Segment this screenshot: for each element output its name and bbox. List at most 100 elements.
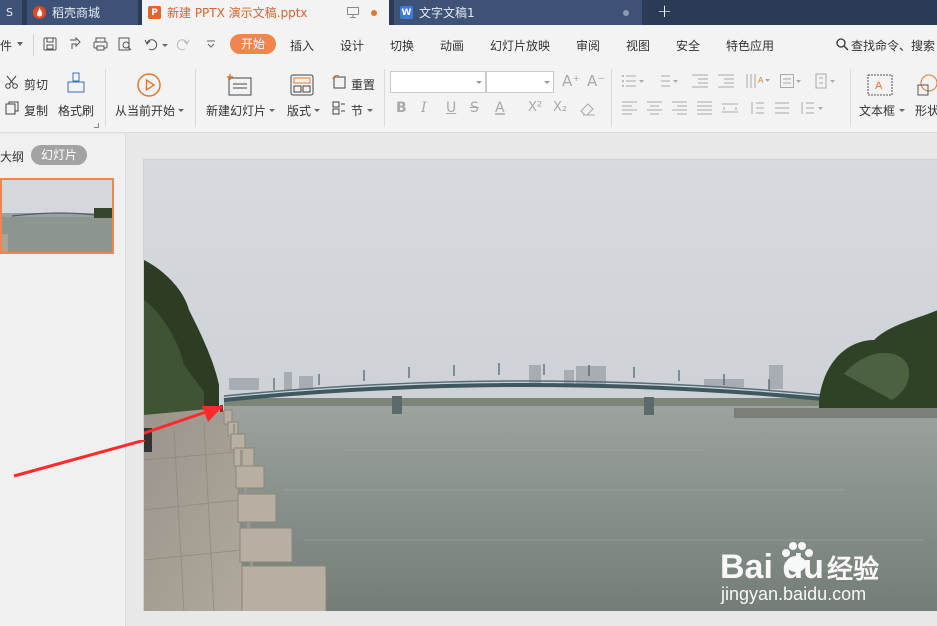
new-slide-dropdown-icon[interactable]: [269, 109, 275, 112]
align-left-icon[interactable]: [622, 101, 637, 118]
slides-tab[interactable]: 幻灯片: [31, 145, 87, 165]
paragraph-options-icon[interactable]: [800, 101, 824, 118]
tab-word-doc[interactable]: W 文字文稿1: [394, 0, 642, 25]
font-name-select[interactable]: [390, 71, 486, 93]
slide-editing-area[interactable]: Bai du 经验 jingyan.baidu.com: [127, 134, 937, 626]
scissors-icon[interactable]: [5, 75, 20, 92]
tab-pptx-active[interactable]: P 新建 PPTX 演示文稿.pptx: [142, 0, 389, 25]
underline-icon[interactable]: U: [446, 100, 456, 116]
distribute-icon[interactable]: [722, 101, 738, 118]
justify-icon[interactable]: [697, 101, 712, 118]
undo-icon[interactable]: [144, 37, 158, 51]
new-slide-button[interactable]: 新建幻灯片: [206, 102, 266, 119]
file-dropdown-icon[interactable]: [17, 42, 23, 46]
line-spacing-icon[interactable]: [750, 101, 764, 118]
slide-1-canvas[interactable]: Bai du 经验 jingyan.baidu.com: [143, 159, 937, 611]
grow-font-icon[interactable]: A⁺: [562, 72, 580, 90]
superscript-icon[interactable]: X²: [528, 100, 542, 115]
textbox-dropdown-icon[interactable]: [899, 109, 905, 112]
redo-icon[interactable]: [176, 37, 190, 51]
increase-indent-icon[interactable]: [718, 74, 734, 91]
format-painter-button[interactable]: 格式刷: [58, 102, 94, 119]
outline-tab[interactable]: 大纲: [0, 148, 24, 165]
shapes-icon[interactable]: [917, 74, 937, 99]
align-right-icon[interactable]: [672, 101, 687, 118]
shapes-button[interactable]: 形状: [915, 102, 937, 119]
shrink-font-icon[interactable]: A⁻: [587, 72, 605, 90]
tab-bar: S 稻壳商城 P 新建 PPTX 演示文稿.pptx W 文字文稿1 +: [0, 0, 937, 25]
slide-thumbnail-1[interactable]: [0, 178, 114, 254]
tab-daoke-store[interactable]: 稻壳商城: [27, 0, 138, 25]
italic-icon[interactable]: I: [421, 100, 427, 116]
paragraph-spacing-icon[interactable]: [775, 101, 789, 118]
tab-partial[interactable]: S: [0, 0, 22, 25]
menu-view[interactable]: 视图: [626, 37, 650, 54]
section-button[interactable]: 节: [351, 102, 363, 119]
subscript-icon[interactable]: X₂: [553, 100, 567, 115]
river-bridge-photo[interactable]: Bai du 经验 jingyan.baidu.com: [144, 160, 937, 611]
textbox-button[interactable]: 文本框: [859, 102, 895, 119]
menu-animation[interactable]: 动画: [440, 37, 464, 54]
format-painter-icon[interactable]: [66, 72, 86, 97]
monitor-icon[interactable]: [347, 7, 359, 21]
tab-daoke-label: 稻壳商城: [52, 6, 101, 20]
menu-security[interactable]: 安全: [676, 37, 700, 54]
font-size-dropdown-icon[interactable]: [544, 81, 550, 84]
clear-format-icon[interactable]: [580, 102, 596, 119]
clipboard-launcher-icon[interactable]: [94, 123, 99, 128]
copy-button[interactable]: 复制: [24, 102, 48, 119]
search-icon[interactable]: [836, 38, 849, 54]
print-icon[interactable]: [93, 37, 108, 51]
svg-text:A: A: [758, 76, 764, 85]
menu-insert[interactable]: 插入: [290, 37, 314, 54]
add-tab-icon[interactable]: +: [657, 2, 672, 22]
font-size-select[interactable]: [486, 71, 554, 93]
ppt-file-icon: P: [148, 6, 161, 19]
menu-transition[interactable]: 切换: [390, 37, 414, 54]
menu-design[interactable]: 设计: [340, 37, 364, 54]
search-command-input[interactable]: 查找命令、搜索: [851, 37, 935, 54]
text-direction-icon[interactable]: A: [745, 73, 771, 92]
save-icon[interactable]: [43, 37, 57, 51]
play-from-current-button[interactable]: 从当前开始: [115, 102, 175, 119]
file-menu[interactable]: 件: [0, 37, 12, 54]
tab-partial-label: S: [6, 6, 13, 19]
new-slide-icon[interactable]: [226, 73, 252, 100]
font-dropdown-icon[interactable]: [476, 81, 482, 84]
strikethrough-icon[interactable]: S: [470, 100, 479, 116]
red-arrow-tail: [13, 440, 145, 478]
bullet-list-icon[interactable]: [622, 74, 644, 91]
watermark-cn: 经验: [827, 554, 879, 585]
customize-quick-access-icon[interactable]: [206, 38, 216, 52]
align-center-icon[interactable]: [647, 101, 662, 118]
play-icon[interactable]: [137, 73, 161, 100]
section-icon[interactable]: [332, 101, 346, 118]
undo-dropdown-icon[interactable]: [162, 44, 168, 47]
cut-button[interactable]: 剪切: [24, 76, 48, 93]
export-icon[interactable]: [68, 36, 82, 51]
smart-art-icon[interactable]: [815, 73, 837, 92]
layout-button[interactable]: 版式: [287, 102, 311, 119]
layout-icon[interactable]: [290, 74, 314, 99]
menu-slideshow[interactable]: 幻灯片放映: [490, 37, 550, 54]
font-color-icon[interactable]: A: [495, 100, 505, 116]
layout-dropdown-icon[interactable]: [314, 109, 320, 112]
print-preview-icon[interactable]: [118, 37, 132, 51]
copy-icon[interactable]: [5, 101, 19, 118]
tab-doc-label: 文字文稿1: [419, 6, 475, 20]
bold-icon[interactable]: B: [396, 100, 407, 116]
menu-start[interactable]: 开始: [230, 34, 276, 54]
menu-special[interactable]: 特色应用: [726, 37, 774, 54]
numbered-list-icon[interactable]: [656, 74, 678, 91]
play-dropdown-icon[interactable]: [178, 109, 184, 112]
tab-pptx-label: 新建 PPTX 演示文稿.pptx: [167, 6, 308, 20]
decrease-indent-icon[interactable]: [692, 74, 708, 91]
slide-thumbnail-image: [2, 180, 112, 252]
menu-review[interactable]: 审阅: [576, 37, 600, 54]
textbox-icon[interactable]: A: [867, 74, 893, 99]
divider: [195, 69, 196, 127]
section-dropdown-icon[interactable]: [367, 109, 373, 112]
reset-button[interactable]: 重置: [351, 76, 375, 93]
reset-icon[interactable]: [332, 74, 346, 92]
align-text-icon[interactable]: [780, 74, 802, 91]
